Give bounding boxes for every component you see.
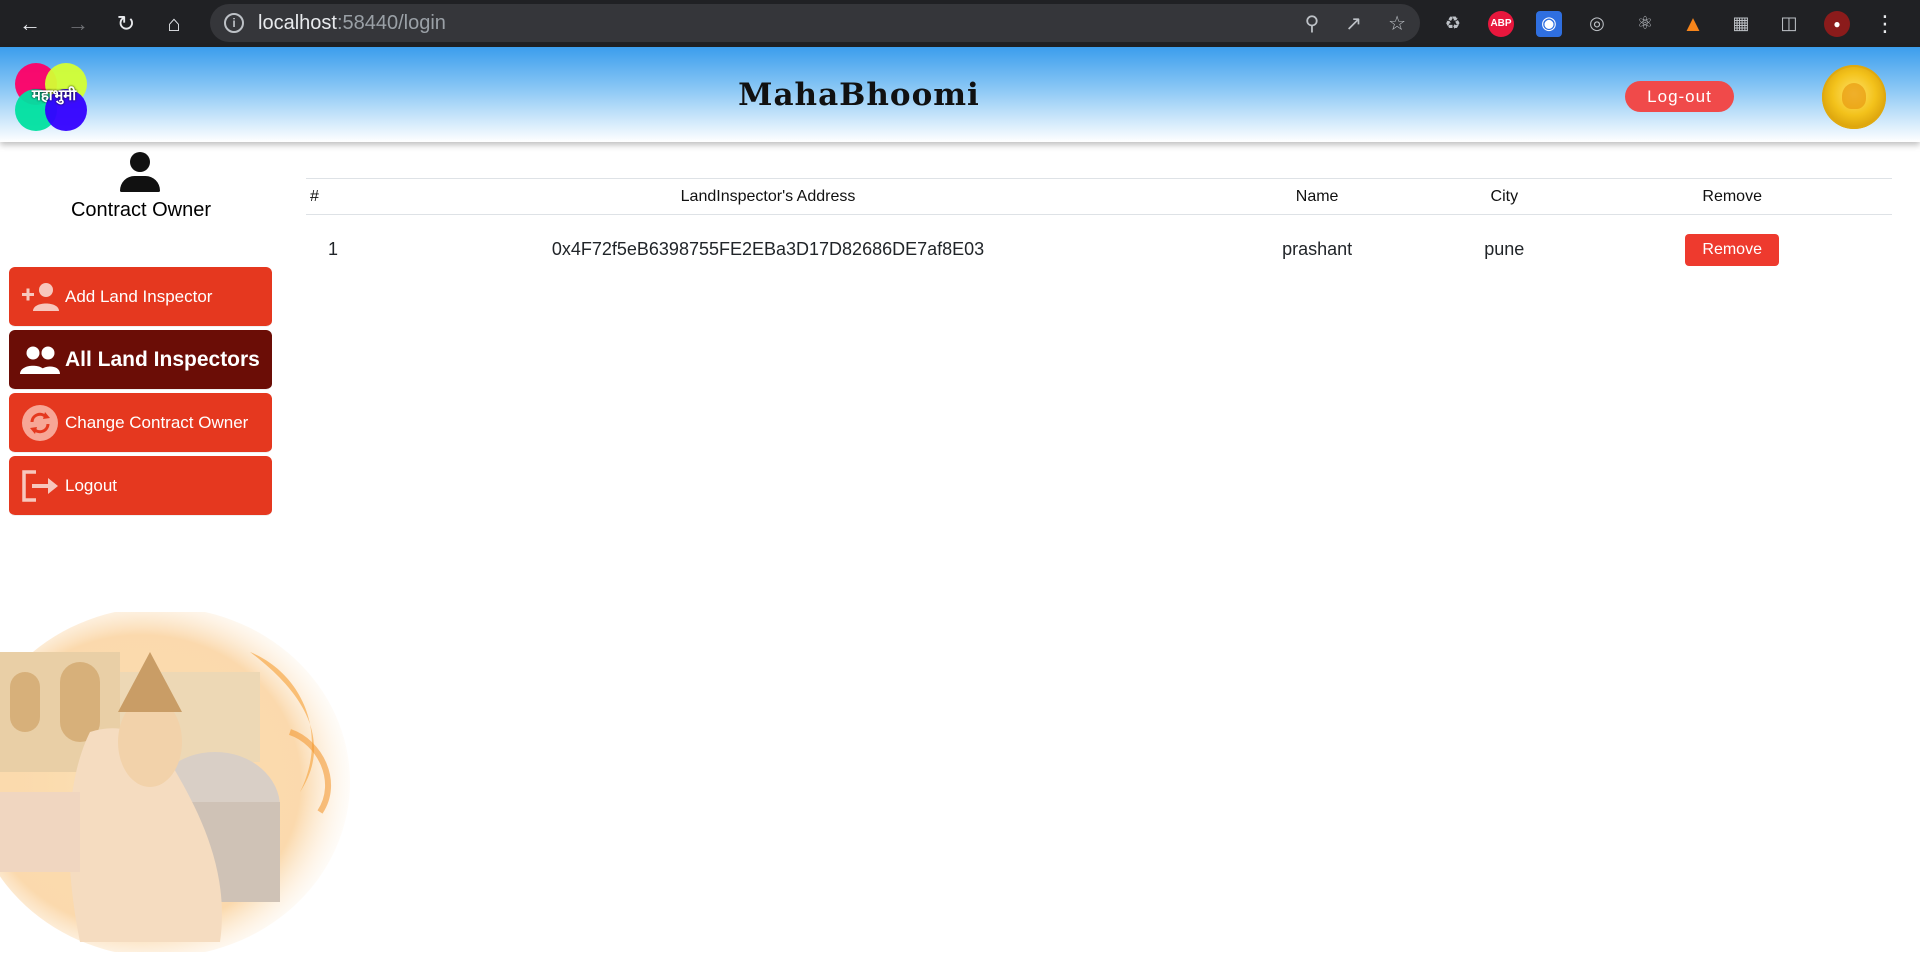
kebab-menu-icon[interactable]: ⋮ xyxy=(1872,11,1898,37)
row-address: 0x4F72f5eB6398755FE2EBa3D17D82686DE7af8E… xyxy=(551,239,985,260)
header-logout-button[interactable]: Log-out xyxy=(1625,81,1734,112)
zoom-icon[interactable]: ⚲ xyxy=(1305,11,1320,36)
recycle-icon[interactable]: ♻ xyxy=(1440,11,1466,37)
sidebar-item-add-land-inspector[interactable]: Add Land Inspector xyxy=(9,267,272,327)
forward-icon[interactable]: → xyxy=(60,6,96,42)
react-icon[interactable]: ⚛ xyxy=(1632,11,1658,37)
sidebar-item-change-contract-owner[interactable]: Change Contract Owner xyxy=(9,393,272,453)
heritage-illustration xyxy=(0,612,350,952)
row-index: 1 xyxy=(328,239,339,260)
app-title: MahaBhoomi xyxy=(738,77,980,113)
sidebar-item-logout[interactable]: Logout xyxy=(9,456,272,516)
sidebar: Contract Owner Add Land Inspector All La… xyxy=(0,142,350,954)
sidebar-menu: Add Land Inspector All Land Inspectors C… xyxy=(9,267,272,519)
screen-capture-icon[interactable]: ◉ xyxy=(1536,10,1562,37)
extensions-area: ♻ ABP ◉ ◎ ⚛ ▲ ▦ ◫ ● ⋮ xyxy=(1440,0,1898,47)
sidebar-item-label: Add Land Inspector xyxy=(65,286,213,306)
sidepanel-icon[interactable]: ◫ xyxy=(1776,11,1802,37)
government-seal-icon xyxy=(1822,65,1886,129)
sync-icon xyxy=(19,403,61,443)
adblock-icon[interactable]: ABP xyxy=(1488,10,1514,37)
remove-button[interactable]: Remove xyxy=(1685,233,1780,266)
profile-avatar[interactable]: ● xyxy=(1824,10,1850,37)
reload-icon[interactable]: ↻ xyxy=(108,6,144,42)
col-header-name: Name xyxy=(1295,187,1339,205)
sidebar-item-label: All Land Inspectors xyxy=(65,347,260,371)
home-icon[interactable]: ⌂ xyxy=(156,6,192,42)
sidebar-item-label: Logout xyxy=(65,475,117,495)
info-icon[interactable]: i xyxy=(224,13,244,33)
user-icon xyxy=(118,152,162,196)
users-icon xyxy=(19,340,61,380)
col-header-index: # xyxy=(310,187,319,205)
row-city: pune xyxy=(1484,239,1525,260)
camera-icon[interactable]: ◎ xyxy=(1584,11,1610,37)
sidebar-item-label: Change Contract Owner xyxy=(65,412,249,432)
logout-icon xyxy=(19,466,61,506)
add-user-icon xyxy=(19,277,61,317)
address-bar[interactable]: i localhost:58440/login ⚲ ↗ ☆ xyxy=(210,4,1420,42)
inspectors-table-container: # LandInspector's Address Name City Remo… xyxy=(306,178,1892,285)
metamask-icon[interactable]: ▲ xyxy=(1680,11,1706,37)
land-inspectors-table: # LandInspector's Address Name City Remo… xyxy=(306,178,1892,285)
sidebar-item-all-land-inspectors[interactable]: All Land Inspectors xyxy=(9,330,272,390)
url-text[interactable]: localhost:58440/login xyxy=(258,12,446,35)
col-header-remove: Remove xyxy=(1702,187,1762,205)
role-label: Contract Owner xyxy=(70,199,212,221)
star-icon[interactable]: ☆ xyxy=(1388,11,1406,36)
browser-toolbar: ← → ↻ ⌂ i localhost:58440/login ⚲ ↗ ☆ ♻ … xyxy=(0,0,1920,47)
share-icon[interactable]: ↗ xyxy=(1345,11,1362,36)
table-header-row: # LandInspector's Address Name City Remo… xyxy=(306,178,1892,215)
row-action: Remove xyxy=(1572,215,1892,285)
row-name: prashant xyxy=(1282,239,1353,260)
col-header-city: City xyxy=(1490,187,1519,205)
table-row: 1 0x4F72f5eB6398755FE2EBa3D17D82686DE7af… xyxy=(306,215,1892,285)
puzzle-icon[interactable]: ▦ xyxy=(1728,11,1754,37)
back-icon[interactable]: ← xyxy=(12,6,48,42)
col-header-address: LandInspector's Address xyxy=(680,187,856,205)
app-header: महाभुमी MahaBhoomi Log-out xyxy=(0,47,1920,142)
